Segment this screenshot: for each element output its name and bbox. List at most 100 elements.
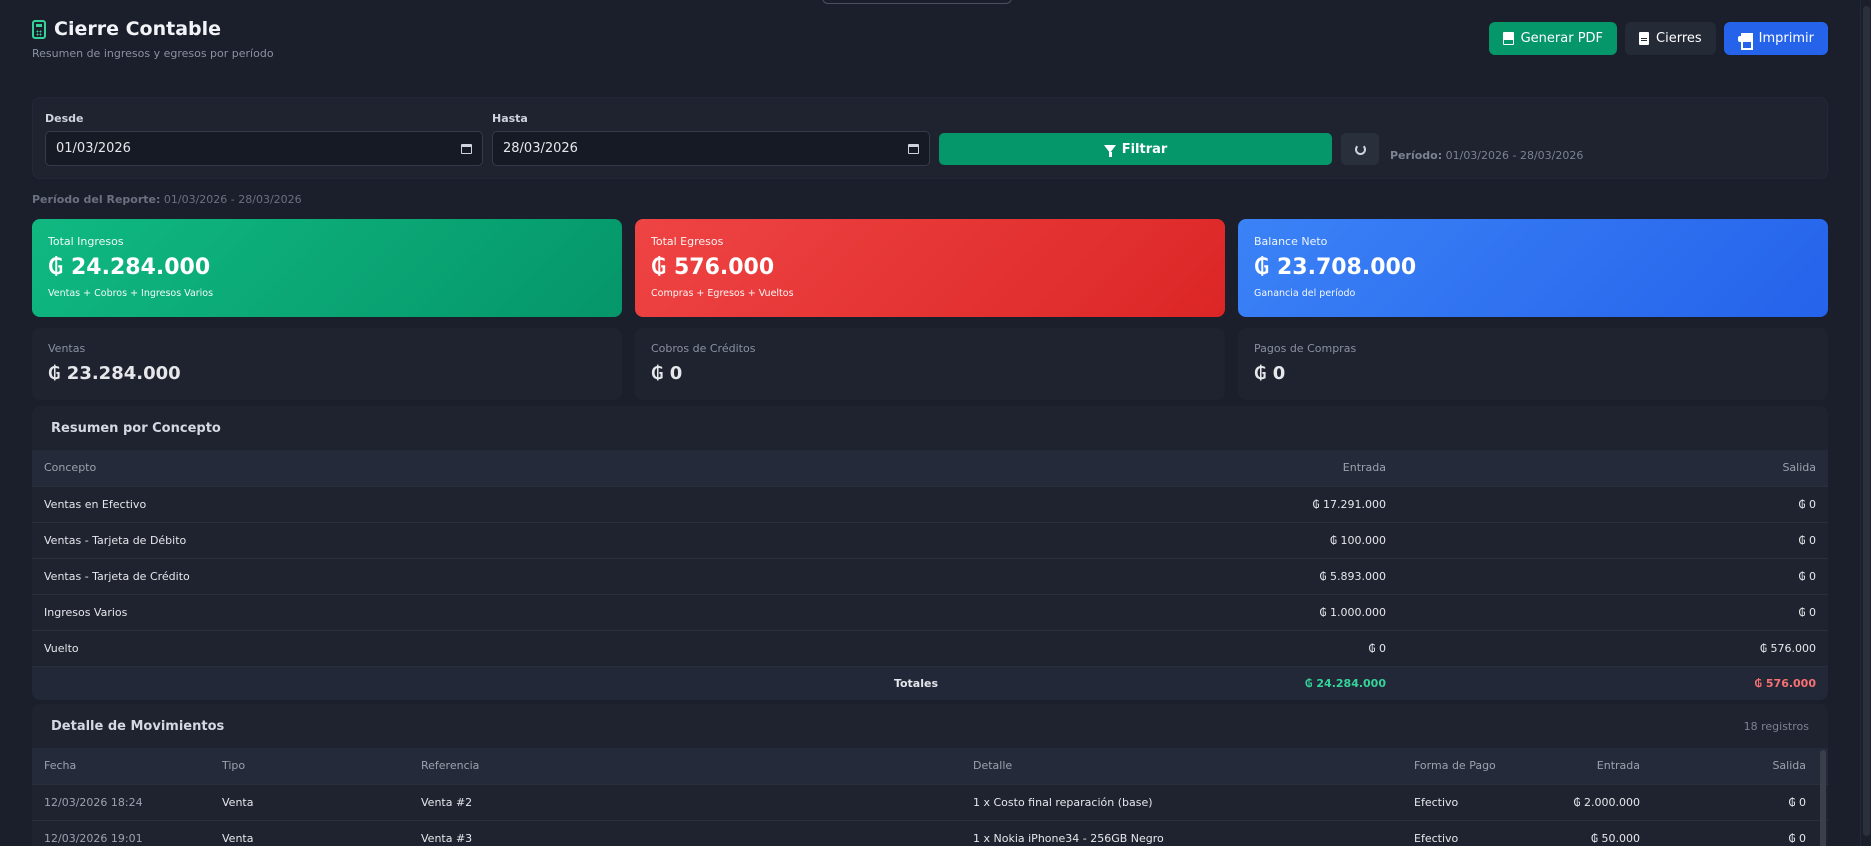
cell-entrada: ₲ 1.000.000 — [1098, 593, 1398, 630]
cell-forma-pago: Efectivo — [1402, 783, 1522, 820]
cell-forma-pago: Efectivo — [1402, 819, 1522, 846]
filter-button[interactable]: Filtrar — [939, 133, 1332, 165]
cell-concepto: Ventas - Tarjeta de Crédito — [32, 557, 1098, 594]
kpi-grid: Total Ingresos ₲ 24.284.000 Ventas + Cob… — [32, 219, 1828, 400]
title-row: Cierre Contable — [32, 18, 274, 40]
cell-salida: ₲ 0 — [1652, 783, 1828, 820]
page-scrollbar-thumb[interactable] — [1863, 6, 1870, 836]
reset-filter-button[interactable] — [1341, 133, 1379, 165]
resumen-title: Resumen por Concepto — [51, 420, 221, 436]
cell-concepto: Ingresos Varios — [32, 593, 1098, 630]
col-tipo: Tipo — [222, 759, 246, 773]
desde-date-input[interactable]: 01/03/2026 — [45, 131, 483, 166]
subkpi-label: Ventas — [48, 342, 86, 355]
subkpi-label: Pagos de Compras — [1254, 342, 1357, 355]
col-entrada: Entrada — [1596, 759, 1640, 773]
cell-salida: ₲ 0 — [1398, 593, 1828, 630]
hasta-date-value: 28/03/2026 — [503, 141, 578, 156]
window-notch — [822, 0, 1012, 4]
subkpi-value: ₲ 0 — [1254, 363, 1286, 384]
header-actions: Generar PDF Cierres Imprimir — [1488, 22, 1828, 55]
subkpi-value: ₲ 23.284.000 — [48, 363, 181, 384]
movimientos-table: Fecha Tipo Referencia Detalle Forma de P… — [32, 748, 1828, 846]
table-row: Vuelto ₲ 0 ₲ 576.000 — [32, 629, 1828, 666]
calendar-icon[interactable] — [461, 143, 472, 154]
print-label: Imprimir — [1758, 31, 1814, 46]
table-row: Ventas - Tarjeta de Débito ₲ 100.000 ₲ 0 — [32, 521, 1828, 558]
cell-entrada: ₲ 5.893.000 — [1098, 557, 1398, 594]
movimientos-header: Detalle de Movimientos 18 registros — [32, 704, 1828, 748]
col-referencia: Referencia — [421, 759, 480, 773]
pdf-file-icon — [1502, 32, 1514, 45]
calendar-icon[interactable] — [908, 143, 919, 154]
print-button[interactable]: Imprimir — [1723, 22, 1828, 55]
movimientos-section: Detalle de Movimientos 18 registros Fech… — [32, 704, 1828, 846]
col-salida: Salida — [1782, 461, 1816, 475]
table-row: Ventas - Tarjeta de Crédito ₲ 5.893.000 … — [32, 557, 1828, 594]
hasta-field: Hasta 28/03/2026 — [492, 112, 930, 166]
kpi-label: Total Ingresos — [48, 235, 124, 248]
title-block: Cierre Contable Resumen de ingresos y eg… — [32, 18, 274, 60]
cell-entrada: ₲ 50.000 — [1522, 819, 1652, 846]
report-period: Período del Reporte: 01/03/2026 - 28/03/… — [32, 193, 1828, 206]
cierres-button[interactable]: Cierres — [1625, 22, 1716, 55]
cell-salida: ₲ 576.000 — [1398, 629, 1828, 666]
kpi-total-egresos: Total Egresos ₲ 576.000 Compras + Egreso… — [635, 219, 1225, 317]
filter-icon — [1103, 145, 1116, 157]
generate-pdf-label: Generar PDF — [1520, 31, 1604, 46]
report-period-label: Período del Reporte: — [32, 193, 161, 206]
page-scrollbar[interactable] — [1860, 0, 1871, 846]
desde-label: Desde — [45, 112, 84, 125]
page-subtitle: Resumen de ingresos y egresos por períod… — [32, 47, 274, 60]
table-row: Ventas en Efectivo ₲ 17.291.000 ₲ 0 — [32, 485, 1828, 522]
table-scrollbar[interactable] — [1820, 750, 1826, 846]
subkpi-ventas: Ventas ₲ 23.284.000 — [32, 328, 622, 400]
kpi-note: Compras + Egresos + Vueltos — [651, 288, 794, 299]
totals-row: Totales ₲ 24.284.000 ₲ 576.000 — [32, 665, 1828, 700]
filter-period-value: 01/03/2026 - 28/03/2026 — [1445, 149, 1584, 162]
hasta-date-input[interactable]: 28/03/2026 — [492, 131, 930, 166]
desde-field: Desde 01/03/2026 — [45, 112, 483, 166]
kpi-value: ₲ 576.000 — [651, 255, 775, 280]
subkpi-cobros-creditos: Cobros de Créditos ₲ 0 — [635, 328, 1225, 400]
kpi-note: Ganancia del período — [1254, 288, 1356, 299]
table-row: Ingresos Varios ₲ 1.000.000 ₲ 0 — [32, 593, 1828, 630]
cell-referencia: Venta #2 — [409, 783, 961, 820]
col-fecha: Fecha — [44, 759, 77, 773]
page-title: Cierre Contable — [54, 18, 222, 40]
col-forma-pago: Forma de Pago — [1414, 759, 1496, 773]
cell-salida: ₲ 0 — [1398, 521, 1828, 558]
cell-salida: ₲ 0 — [1398, 485, 1828, 522]
subkpi-pagos-compras: Pagos de Compras ₲ 0 — [1238, 328, 1828, 400]
cell-salida: ₲ 0 — [1652, 819, 1828, 846]
cell-detalle: 1 x Nokia iPhone34 - 256GB Negro — [961, 819, 1402, 846]
cell-entrada: ₲ 100.000 — [1098, 521, 1398, 558]
movimientos-title: Detalle de Movimientos — [51, 718, 225, 734]
cierres-label: Cierres — [1656, 31, 1702, 46]
document-icon — [1639, 32, 1650, 45]
resumen-section: Resumen por Concepto Concepto Entrada Sa… — [32, 406, 1828, 700]
desde-date-value: 01/03/2026 — [56, 141, 131, 156]
cell-concepto: Ventas - Tarjeta de Débito — [32, 521, 1098, 558]
kpi-note: Ventas + Cobros + Ingresos Varios — [48, 288, 214, 299]
totals-entrada: ₲ 24.284.000 — [1098, 665, 1398, 700]
table-header-row: Concepto Entrada Salida — [32, 450, 1828, 486]
col-salida: Salida — [1772, 759, 1806, 773]
subkpi-value: ₲ 0 — [651, 363, 683, 384]
filter-card: Desde 01/03/2026 Hasta 28/03/2026 Filtra… — [32, 97, 1828, 179]
generate-pdf-button[interactable]: Generar PDF — [1488, 22, 1618, 55]
filter-button-label: Filtrar — [1121, 141, 1168, 157]
filter-period-text: Período: 01/03/2026 - 28/03/2026 — [1390, 149, 1583, 162]
cell-fecha: 12/03/2026 18:24 — [32, 783, 210, 820]
totals-label: Totales — [32, 665, 1098, 700]
cell-concepto: Vuelto — [32, 629, 1098, 666]
table-header-row: Fecha Tipo Referencia Detalle Forma de P… — [32, 748, 1828, 784]
kpi-value: ₲ 24.284.000 — [48, 255, 211, 280]
cell-referencia: Venta #3 — [409, 819, 961, 846]
table-row: 12/03/2026 18:24 Venta Venta #2 1 x Cost… — [32, 783, 1828, 820]
kpi-total-ingresos: Total Ingresos ₲ 24.284.000 Ventas + Cob… — [32, 219, 622, 317]
rotate-left-icon — [1354, 143, 1366, 155]
cell-entrada: ₲ 2.000.000 — [1522, 783, 1652, 820]
page-header: Cierre Contable Resumen de ingresos y eg… — [32, 18, 1828, 80]
col-concepto: Concepto — [44, 461, 97, 475]
